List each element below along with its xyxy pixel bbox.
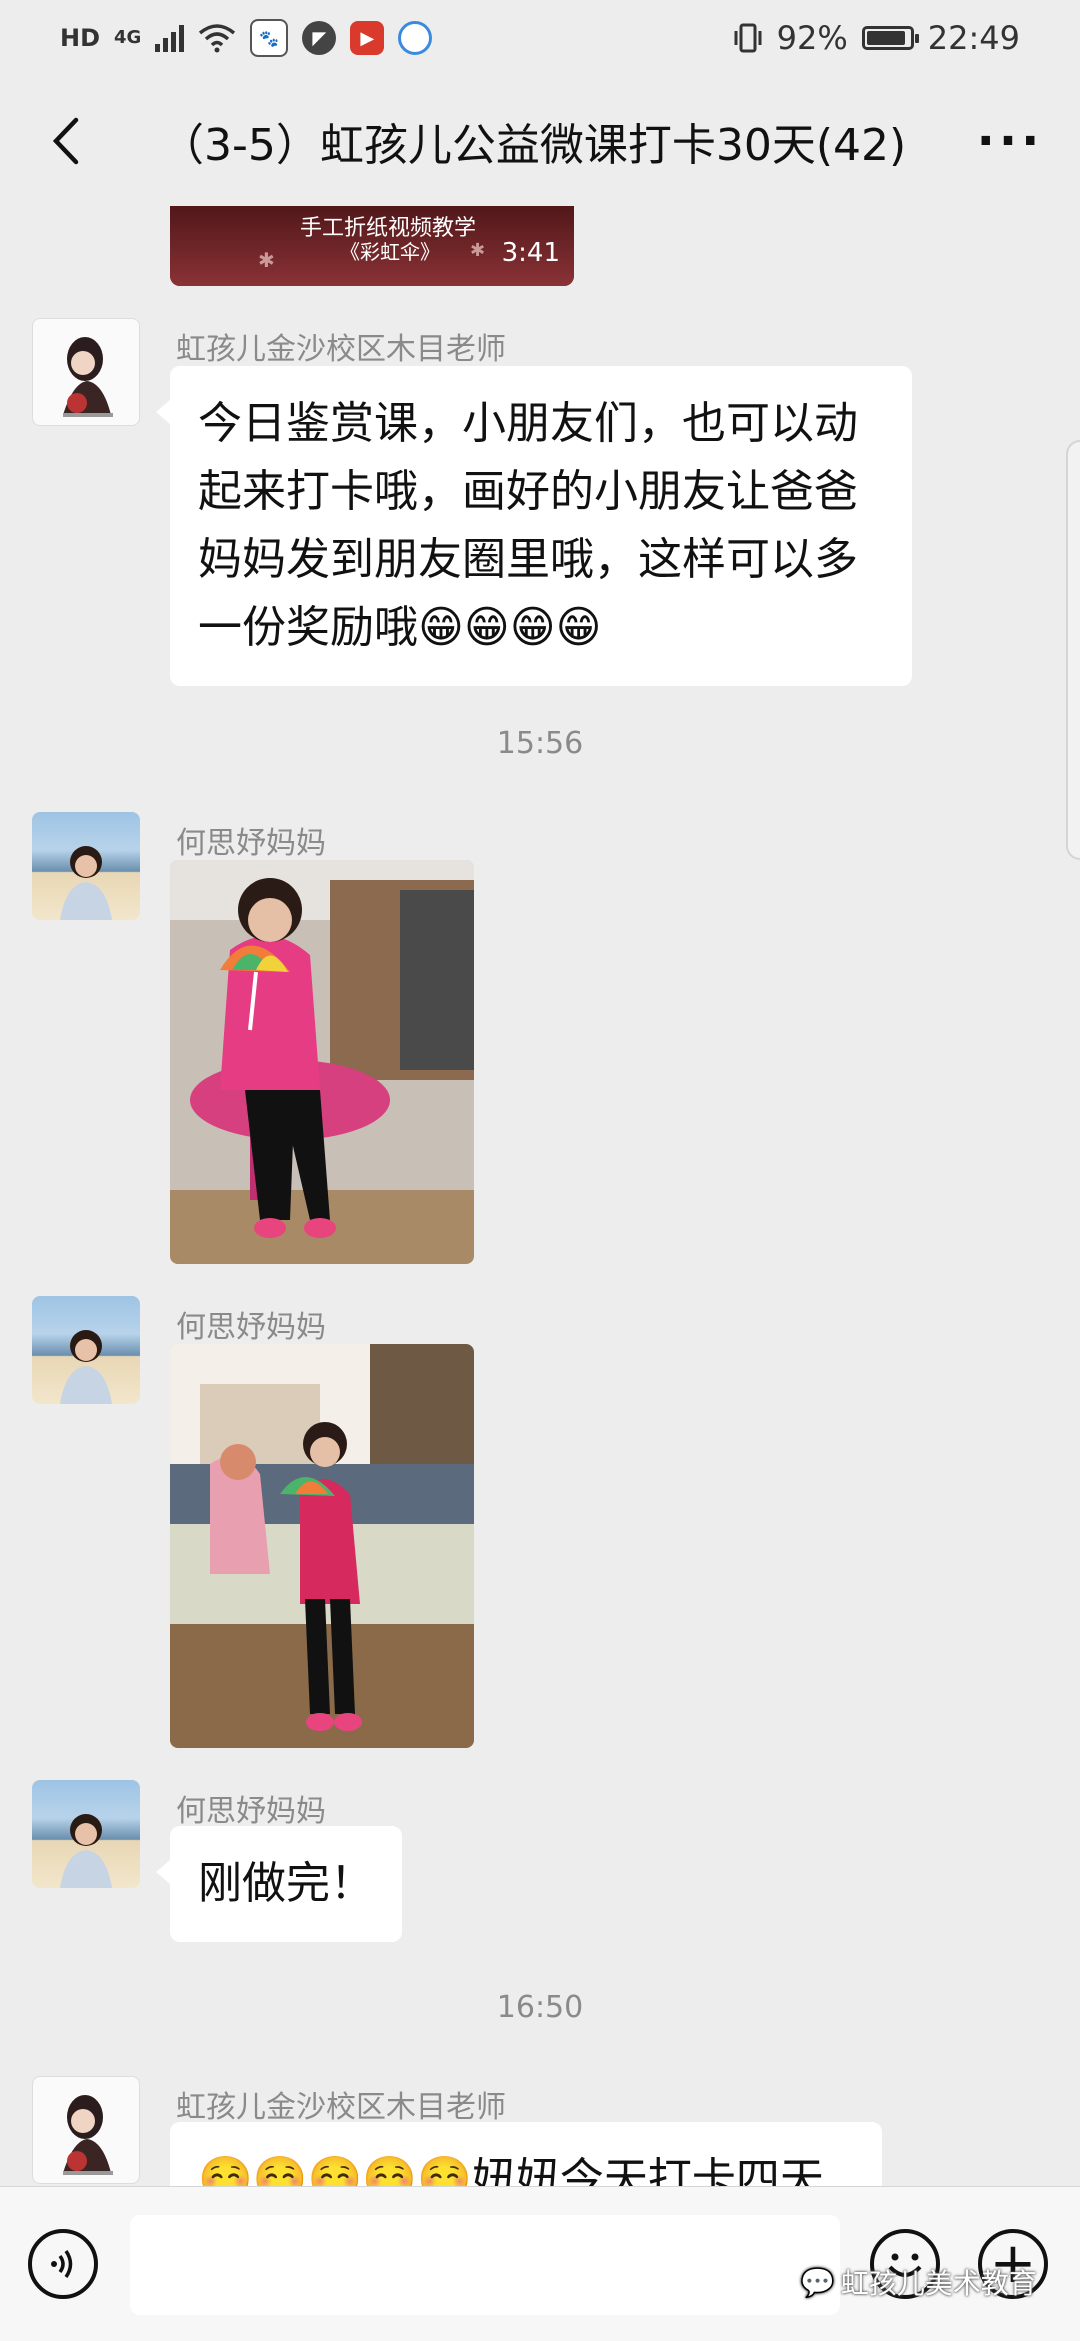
avatar-teacher[interactable] [32, 318, 140, 426]
more-dots-icon: ··· [976, 113, 1044, 169]
vibrate-icon [733, 22, 763, 54]
wechat-icon: 💬 [800, 2265, 835, 2299]
message-input[interactable] [130, 2215, 840, 2315]
video-message[interactable]: 手工折纸视频教学 《彩虹伞》 ✱ ✱ 3:41 [170, 206, 574, 286]
more-button[interactable]: ··· [970, 117, 1050, 165]
clock: 22:49 [927, 19, 1020, 57]
sender-name: 虹孩儿金沙校区木目老师 [176, 332, 506, 367]
message-bubble[interactable]: ☺️☺️☺️☺️☺️妞妞今天打卡四天 [170, 2122, 882, 2186]
avatar-teacher[interactable] [32, 2076, 140, 2184]
status-left: HD 4G 🐾 ◤ ▶ [60, 19, 433, 57]
avatar-mom[interactable] [32, 1296, 140, 1404]
voice-button[interactable] [28, 2229, 98, 2299]
watermark: 💬 虹孩儿美术教育 [800, 2262, 1037, 2302]
photo-message[interactable] [170, 1344, 474, 1748]
status-right: 92% 22:49 [733, 19, 1020, 57]
sender-name: 何思妤妈妈 [176, 826, 326, 861]
status-bar: HD 4G 🐾 ◤ ▶ 92% 22:49 [0, 0, 1080, 76]
girl-umbrella-photo-2 [170, 1344, 474, 1748]
browser-app-icon [398, 21, 433, 55]
sender-name: 何思妤妈妈 [176, 1310, 326, 1345]
photo-message[interactable] [170, 860, 474, 1264]
timestamp: 16:50 [496, 1990, 584, 2025]
mom-avatar-image [60, 1814, 112, 1888]
teacher-avatar-image [63, 2095, 113, 2175]
scroll-indicator[interactable] [1066, 440, 1080, 860]
sender-name: 虹孩儿金沙校区木目老师 [176, 2090, 506, 2125]
video-duration: 3:41 [501, 238, 560, 268]
battery-percent: 92% [776, 19, 848, 57]
nav-app-icon: ◤ [302, 21, 337, 55]
signal-icon [155, 24, 185, 52]
avatar-mom[interactable] [32, 812, 140, 920]
battery-icon [861, 26, 919, 50]
video-app-icon: ▶ [350, 21, 385, 55]
4g-network-label: 4G [114, 27, 142, 48]
avatar-mom[interactable] [32, 1780, 140, 1888]
back-button[interactable] [30, 106, 100, 176]
message-bubble[interactable]: 刚做完！ [156, 1826, 402, 1942]
mom-avatar-image [60, 846, 112, 920]
baidu-app-icon: 🐾 [250, 19, 289, 57]
teacher-avatar-image [63, 337, 113, 417]
chevron-left-icon [52, 117, 79, 165]
battery-fill [866, 31, 906, 45]
watermark-text: 虹孩儿美术教育 [840, 2267, 1037, 2300]
message-list[interactable]: 手工折纸视频教学 《彩虹伞》 ✱ ✱ 3:41 虹孩儿金沙校区木目老师 今日鉴赏… [0, 206, 1080, 2186]
video-caption-line2: 《彩虹伞》 [340, 240, 440, 264]
chat-title: （3-5）虹孩儿公益微课打卡30天(42) [160, 120, 907, 171]
timestamp: 15:56 [496, 726, 584, 761]
sender-name: 何思妤妈妈 [176, 1794, 326, 1829]
snowflake-icon: ✱ [258, 248, 275, 272]
chat-header: （3-5）虹孩儿公益微课打卡30天(42) ··· [0, 76, 1080, 206]
mom-avatar-image [60, 1330, 112, 1404]
snowflake-icon: ✱ [470, 240, 486, 261]
message-bubble[interactable]: 今日鉴赏课，小朋友们，也可以动起来打卡哦，画好的小朋友让爸爸妈妈发到朋友圈里哦，… [156, 366, 912, 686]
girl-umbrella-photo-1 [170, 860, 474, 1264]
hd-network-label: HD [60, 24, 101, 52]
wifi-icon [198, 23, 236, 53]
voice-icon [51, 2250, 73, 2278]
